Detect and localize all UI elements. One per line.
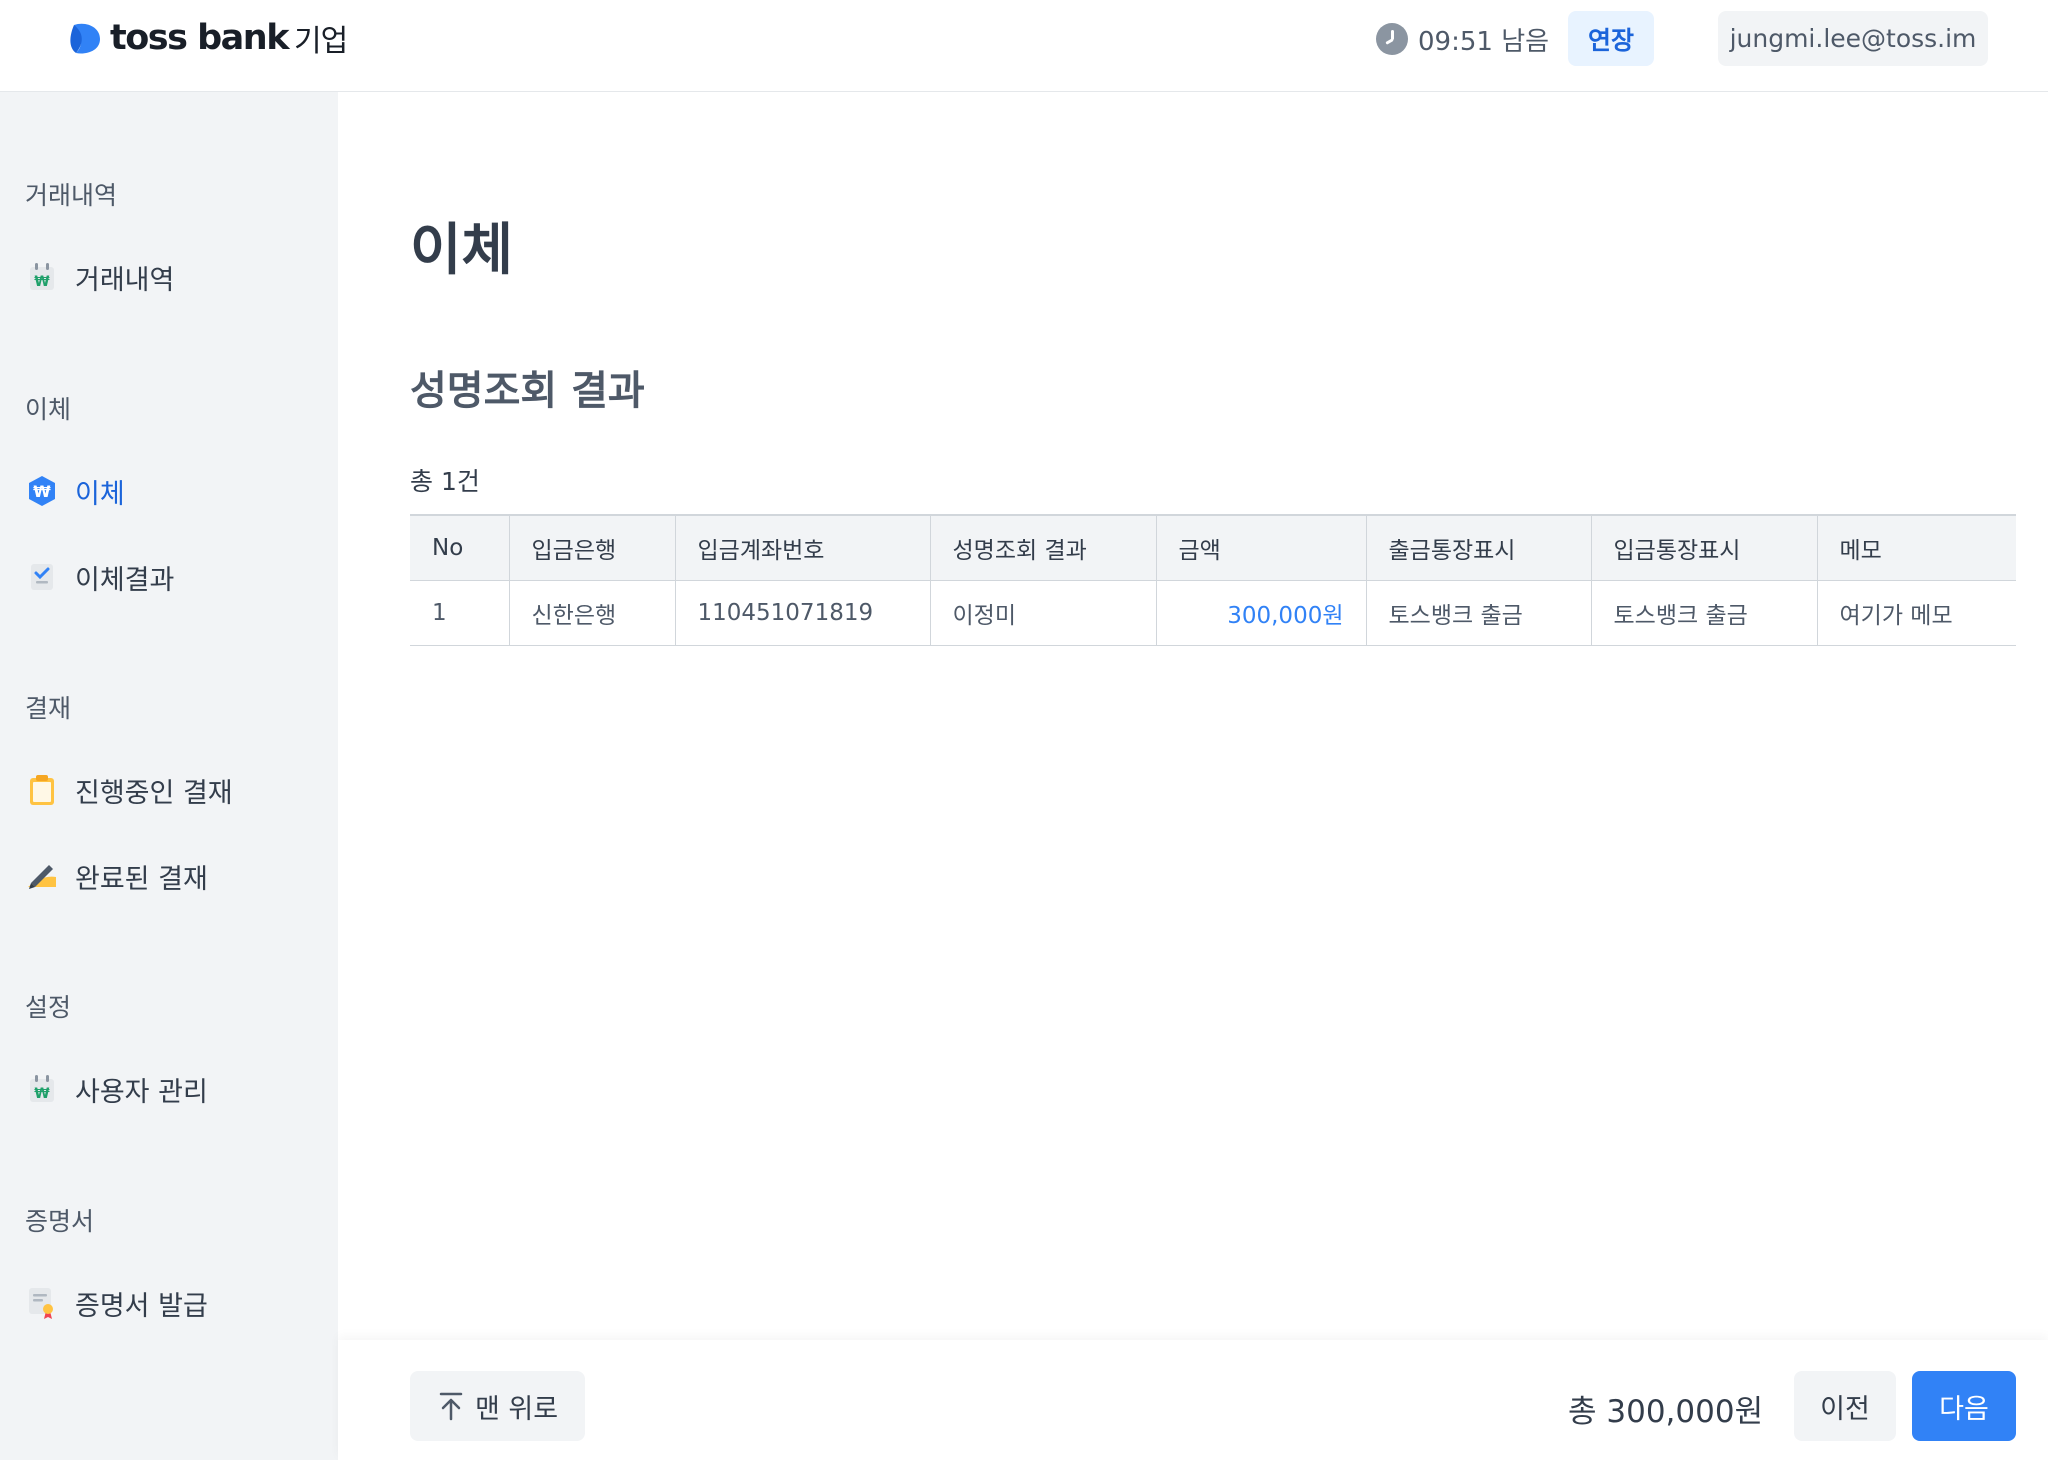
sidebar-item-label: 진행중인 결재 [75,777,233,809]
sidebar-item-label: 사용자 관리 [75,1076,208,1108]
extend-session-button[interactable]: 연장 [1568,11,1654,66]
sidebar-item-transfer[interactable]: ₩ 이체 [25,471,125,511]
sidebar-item-history[interactable]: ₩ 거래내역 [25,257,174,297]
cell-no: 1 [410,580,509,646]
section-title: 성명조회 결과 [410,368,645,414]
column-header: 메모 [1816,514,2016,581]
cell-bank: 신한은행 [508,580,675,646]
sidebar: 거래내역 ₩ 거래내역 이체 ₩ 이체 이체결과 결재 진행중인 결재 완료된 … [0,92,338,1460]
check-doc-icon [25,560,59,594]
cell-account-number: 110451071819 [674,580,930,646]
cell-deposit-memo: 토스뱅크 출금 [1590,580,1817,646]
logo-subtext: 기업 [294,24,348,59]
clock-icon [1376,23,1408,55]
certificate-icon [25,1286,59,1320]
scroll-top-label: 맨 위로 [474,1393,559,1425]
svg-text:₩: ₩ [33,482,51,501]
bottom-action-bar: 맨 위로 총 300,000원 이전 다음 [338,1340,2048,1460]
sidebar-section-history: 거래내역 [25,181,118,210]
svg-text:₩: ₩ [34,274,50,290]
toss-bank-logo[interactable]: toss bank 기업 [66,18,348,59]
sidebar-item-label: 이체결과 [75,564,175,596]
pen-icon [25,859,59,893]
sidebar-item-approval-done[interactable]: 완료된 결재 [25,856,208,896]
sidebar-item-transfer-result[interactable]: 이체결과 [25,557,174,597]
column-header: 입금계좌번호 [674,514,930,581]
column-header: 금액 [1155,514,1366,581]
sidebar-item-label: 거래내역 [75,264,175,296]
sidebar-item-label: 증명서 발급 [75,1290,208,1322]
session-timer: 09:51 남음 [1376,22,1550,57]
sidebar-section-approval: 결재 [25,694,72,723]
cell-amount: 300,000원 [1155,580,1366,646]
won-calendar-icon: ₩ [25,1072,59,1106]
sidebar-item-certificate[interactable]: 증명서 발급 [25,1283,208,1323]
cell-withdraw-memo: 토스뱅크 출금 [1365,580,1591,646]
svg-text:₩: ₩ [34,1086,50,1102]
page-title: 이체 [410,218,514,283]
cell-name-result: 이정미 [929,580,1156,646]
cell-memo: 여기가 메모 [1816,580,2016,646]
user-account-button[interactable]: jungmi.lee@toss.im [1718,11,1988,66]
column-header: 출금통장표시 [1365,514,1591,581]
sidebar-item-user-management[interactable]: ₩ 사용자 관리 [25,1069,208,1109]
column-header: 성명조회 결과 [929,514,1156,581]
previous-button[interactable]: 이전 [1794,1371,1896,1441]
sidebar-section-settings: 설정 [25,993,72,1022]
next-button[interactable]: 다음 [1912,1371,2016,1441]
column-header: 입금통장표시 [1590,514,1817,581]
arrow-up-icon [439,1392,463,1421]
table-header-row: No 입금은행 입금계좌번호 성명조회 결과 금액 출금통장표시 입금통장표시 … [410,514,2016,581]
won-calendar-icon: ₩ [25,260,59,294]
timer-text: 09:51 남음 [1418,26,1550,57]
toss-logo-icon [70,23,100,54]
table-row: 1 신한은행 110451071819 이정미 300,000원 토스뱅크 출금… [410,580,2016,646]
won-badge-icon: ₩ [25,474,59,508]
logo-text: toss bank [110,18,290,58]
result-count: 총 1건 [410,467,480,496]
sidebar-section-certificate: 증명서 [25,1207,95,1236]
sidebar-item-approval-pending[interactable]: 진행중인 결재 [25,770,233,810]
top-header: toss bank 기업 09:51 남음 연장 jungmi.lee@toss… [0,0,2048,92]
name-check-result-table: No 입금은행 입금계좌번호 성명조회 결과 금액 출금통장표시 입금통장표시 … [410,514,2016,646]
clipboard-icon [25,773,59,807]
total-amount: 총 300,000원 [1568,1394,1764,1430]
sidebar-section-transfer: 이체 [25,395,72,424]
column-header: 입금은행 [508,514,675,581]
sidebar-item-label: 완료된 결재 [75,863,208,895]
scroll-top-button[interactable]: 맨 위로 [410,1371,585,1441]
column-header: No [410,514,509,581]
sidebar-item-label: 이체 [75,478,125,510]
